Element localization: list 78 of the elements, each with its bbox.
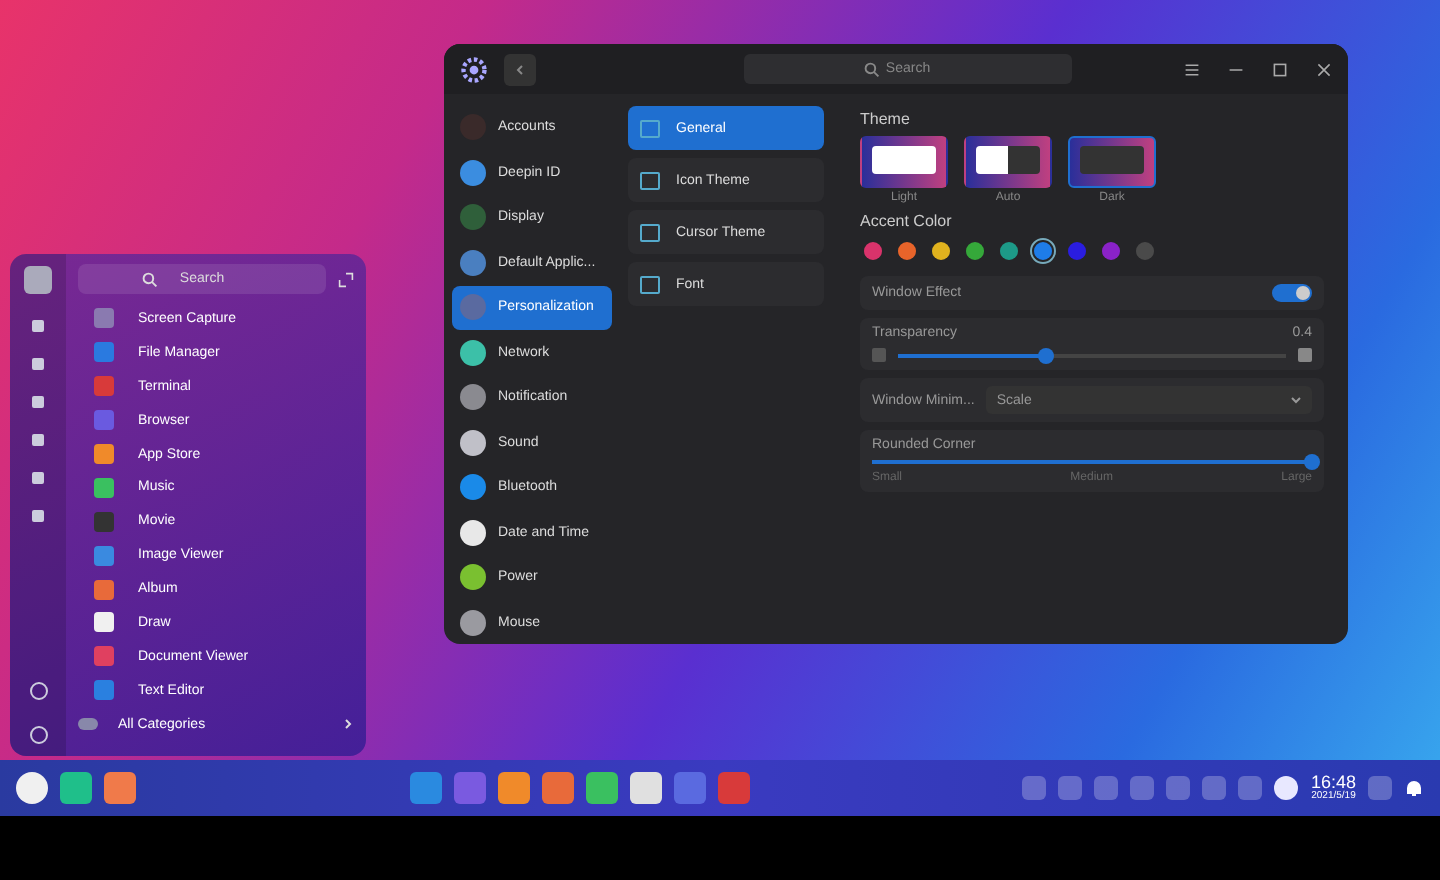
category-icon bbox=[640, 119, 660, 137]
app-icon bbox=[460, 519, 486, 546]
app-icon bbox=[460, 159, 486, 186]
avatar[interactable] bbox=[24, 266, 52, 294]
app-icon bbox=[460, 609, 486, 636]
section-title: Accent Color bbox=[860, 212, 954, 230]
app-icon bbox=[460, 384, 486, 411]
category-icon[interactable] bbox=[32, 396, 44, 408]
app-icon[interactable] bbox=[541, 772, 574, 804]
color-swatch[interactable] bbox=[932, 242, 950, 260]
tray-icon[interactable] bbox=[1130, 776, 1155, 800]
app-icon bbox=[460, 294, 486, 321]
menu-icon[interactable] bbox=[1184, 61, 1200, 77]
gear-icon bbox=[460, 55, 488, 83]
clock-time: 16:48 bbox=[1310, 774, 1356, 792]
app-icon bbox=[94, 545, 114, 566]
theme-thumbnail[interactable] bbox=[964, 136, 1052, 188]
tray-icon[interactable] bbox=[1058, 776, 1083, 800]
toggle-switch[interactable] bbox=[1272, 284, 1312, 302]
maximize-icon[interactable] bbox=[1272, 61, 1288, 77]
app-icon bbox=[460, 429, 486, 456]
section-title: Theme bbox=[860, 110, 912, 128]
category-icon[interactable] bbox=[32, 320, 44, 332]
app-icon[interactable] bbox=[60, 772, 92, 804]
theme-thumbnail[interactable] bbox=[860, 136, 948, 188]
app-icon bbox=[94, 612, 114, 633]
tray-icon[interactable] bbox=[1022, 776, 1047, 800]
app-icon bbox=[94, 342, 114, 363]
more-icon bbox=[78, 718, 98, 731]
app-icon[interactable] bbox=[104, 772, 136, 804]
app-icon bbox=[94, 477, 114, 498]
expand-icon[interactable] bbox=[338, 271, 354, 287]
chevron-left-icon bbox=[514, 63, 526, 75]
color-swatch[interactable] bbox=[1000, 242, 1018, 260]
app-icon bbox=[460, 204, 486, 231]
app-icon bbox=[94, 376, 114, 397]
high-opacity-icon bbox=[1298, 348, 1312, 362]
search-icon bbox=[864, 61, 880, 77]
app-icon bbox=[460, 249, 486, 276]
low-opacity-icon bbox=[872, 348, 886, 362]
app-icon bbox=[460, 564, 486, 591]
category-icon[interactable] bbox=[32, 358, 44, 370]
category-icon bbox=[640, 275, 660, 293]
app-icon bbox=[94, 511, 114, 532]
tray-icon[interactable] bbox=[1094, 776, 1119, 800]
category-icon[interactable] bbox=[32, 472, 44, 484]
category-icon[interactable] bbox=[32, 434, 44, 446]
app-icon bbox=[94, 579, 114, 600]
app-icon bbox=[460, 474, 486, 501]
bell-icon[interactable] bbox=[1404, 778, 1424, 798]
chevron-right-icon bbox=[342, 718, 354, 731]
category-icon[interactable] bbox=[32, 510, 44, 522]
category-icon bbox=[640, 223, 660, 241]
app-icon[interactable] bbox=[629, 772, 662, 804]
color-swatch[interactable] bbox=[864, 242, 882, 260]
app-icon bbox=[94, 444, 114, 464]
app-icon bbox=[94, 646, 114, 667]
tray-icon[interactable] bbox=[1166, 776, 1191, 800]
theme-thumbnail[interactable] bbox=[1068, 136, 1156, 188]
category-icon bbox=[640, 171, 660, 189]
color-swatch[interactable] bbox=[1034, 242, 1052, 260]
back-button[interactable] bbox=[504, 53, 536, 85]
color-swatch[interactable] bbox=[1068, 242, 1086, 260]
app-icon[interactable] bbox=[497, 772, 530, 804]
app-icon bbox=[94, 680, 114, 701]
tray-icon[interactable] bbox=[1202, 776, 1227, 800]
app-icon[interactable] bbox=[585, 772, 618, 804]
chevron-down-icon bbox=[1290, 394, 1302, 406]
color-swatch[interactable] bbox=[1102, 242, 1120, 260]
color-swatch[interactable] bbox=[1136, 242, 1154, 260]
close-icon[interactable] bbox=[1316, 61, 1332, 77]
app-icon bbox=[94, 308, 114, 329]
search-icon bbox=[142, 271, 158, 287]
app-icon bbox=[460, 339, 486, 366]
launcher-icon[interactable] bbox=[16, 772, 48, 804]
color-swatch[interactable] bbox=[898, 242, 916, 260]
app-icon bbox=[94, 410, 114, 431]
color-swatch[interactable] bbox=[966, 242, 984, 260]
